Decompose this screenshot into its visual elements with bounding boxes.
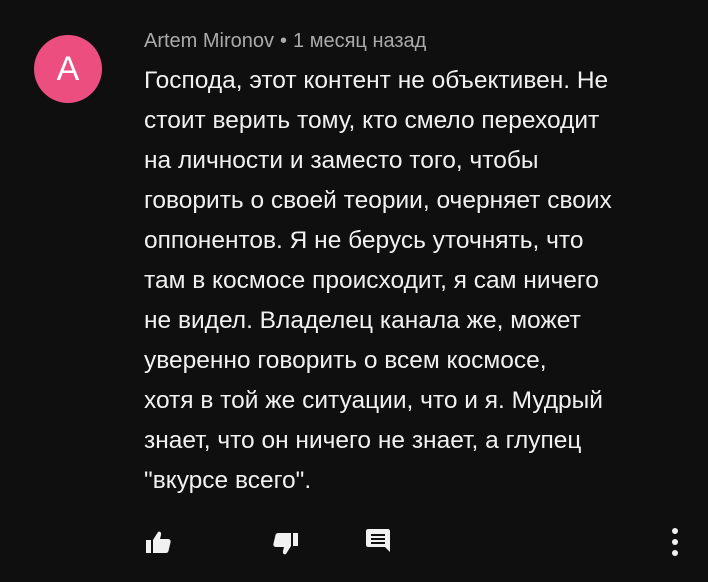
more-vertical-icon — [671, 527, 679, 557]
thumbs-up-icon — [145, 530, 171, 554]
reply-button[interactable] — [358, 520, 398, 560]
more-options-button[interactable] — [660, 520, 690, 564]
avatar-letter: A — [56, 50, 80, 88]
avatar[interactable]: A — [34, 35, 102, 103]
meta-separator: • — [280, 30, 288, 52]
comment-text: Господа, этот контент не объективен. Не … — [144, 67, 612, 494]
like-button[interactable] — [138, 522, 178, 562]
comment-icon — [365, 527, 391, 553]
comment-thread: A Artem Mironov • 1 месяц назад Господа, э… — [0, 0, 708, 582]
comment-header: Artem Mironov • 1 месяц назад — [144, 28, 426, 54]
thumbs-down-icon — [273, 532, 299, 556]
dislike-button[interactable] — [266, 524, 306, 564]
comment-timestamp[interactable]: 1 месяц назад — [293, 30, 426, 52]
author-name[interactable]: Artem Mironov — [144, 30, 274, 52]
